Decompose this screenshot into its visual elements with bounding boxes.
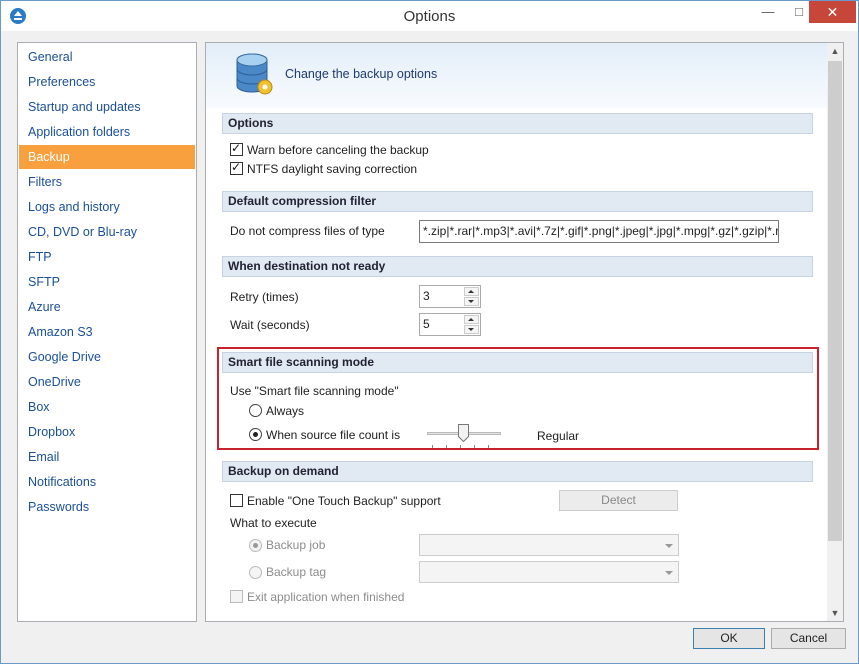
scan-file-count-label: When source file count is (266, 428, 401, 442)
ntfs-dst-checkbox[interactable] (230, 160, 243, 175)
retry-down-arrow-icon[interactable] (464, 297, 479, 306)
nav-item-amazon-s3[interactable]: Amazon S3 (19, 320, 195, 344)
panel-scrollbar[interactable]: ▲ ▼ (827, 43, 843, 621)
nav-item-dropbox[interactable]: Dropbox (19, 420, 195, 444)
nav-item-google-drive[interactable]: Google Drive (19, 345, 195, 369)
retry-label: Retry (times) (230, 290, 299, 304)
panel-header: Change the backup options (206, 43, 827, 108)
nav-item-sftp[interactable]: SFTP (19, 270, 195, 294)
backup-job-label: Backup job (266, 538, 326, 552)
section-smart-scan: Smart file scanning mode (222, 352, 813, 373)
chevron-down-icon (665, 571, 673, 575)
nav-item-box[interactable]: Box (19, 395, 195, 419)
backup-tag-radio[interactable] (249, 566, 262, 579)
nav-item-general[interactable]: General (19, 45, 195, 69)
wait-down-arrow-icon[interactable] (464, 325, 479, 334)
section-compression: Default compression filter (222, 191, 813, 212)
one-touch-label: Enable "One Touch Backup" support (247, 494, 441, 508)
wait-up-arrow-icon[interactable] (464, 315, 479, 324)
scan-file-count-radio[interactable] (249, 428, 262, 441)
one-touch-checkbox[interactable] (230, 494, 243, 507)
chevron-down-icon (665, 544, 673, 548)
panel-header-title: Change the backup options (285, 67, 438, 81)
section-options: Options (222, 113, 813, 134)
cancel-button[interactable]: Cancel (771, 628, 846, 649)
nav-item-notifications[interactable]: Notifications (19, 470, 195, 494)
slider-tick (488, 445, 489, 448)
detect-button[interactable]: Detect (559, 490, 678, 511)
backup-tag-label: Backup tag (266, 565, 327, 579)
nav-item-backup[interactable]: Backup (19, 145, 195, 169)
warn-cancel-checkbox[interactable] (230, 141, 243, 156)
what-to-execute-label: What to execute (230, 516, 317, 530)
nav-item-preferences[interactable]: Preferences (19, 70, 195, 94)
slider-tick (446, 445, 447, 448)
scroll-down-arrow-icon[interactable]: ▼ (827, 605, 843, 621)
close-button[interactable]: ✕ (809, 1, 856, 23)
options-nav-list: General Preferences Startup and updates … (17, 42, 197, 622)
nav-item-startup-updates[interactable]: Startup and updates (19, 95, 195, 119)
section-destination: When destination not ready (222, 256, 813, 277)
warn-cancel-label: Warn before canceling the backup (247, 143, 429, 157)
nav-item-cd-dvd-bluray[interactable]: CD, DVD or Blu-ray (19, 220, 195, 244)
nav-item-azure[interactable]: Azure (19, 295, 195, 319)
retry-up-arrow-icon[interactable] (464, 287, 479, 296)
slider-tick (474, 445, 475, 448)
scan-level-slider-thumb[interactable] (458, 424, 469, 442)
nav-item-onedrive[interactable]: OneDrive (19, 370, 195, 394)
backup-job-select[interactable] (419, 534, 679, 556)
exit-when-finished-label: Exit application when finished (247, 590, 405, 604)
no-compress-types-input[interactable]: *.zip|*.rar|*.mp3|*.avi|*.7z|*.gif|*.png… (419, 220, 779, 243)
backup-options-panel: Change the backup options Options Warn b… (205, 42, 844, 622)
nav-item-logs-history[interactable]: Logs and history (19, 195, 195, 219)
options-window: Options — □ ✕ General Preferences Startu… (0, 0, 859, 664)
scan-always-label: Always (266, 404, 305, 418)
retry-value: 3 (423, 289, 430, 303)
exit-when-finished-checkbox[interactable] (230, 590, 243, 603)
scan-level-value: Regular (537, 429, 580, 443)
slider-tick (460, 445, 461, 448)
nav-item-passwords[interactable]: Passwords (19, 495, 195, 519)
scan-always-radio[interactable] (249, 404, 262, 417)
ok-button[interactable]: OK (693, 628, 765, 649)
window-title: Options (403, 8, 456, 25)
slider-tick (432, 445, 433, 448)
backup-job-radio[interactable] (249, 539, 262, 552)
scrollbar-thumb[interactable] (828, 61, 842, 541)
wait-value: 5 (423, 317, 430, 331)
section-on-demand: Backup on demand (222, 461, 813, 482)
nav-item-filters[interactable]: Filters (19, 170, 195, 194)
ntfs-dst-label: NTFS daylight saving correction (247, 162, 418, 176)
no-compress-label: Do not compress files of type (230, 224, 385, 238)
nav-item-application-folders[interactable]: Application folders (19, 120, 195, 144)
backup-tag-select[interactable] (419, 561, 679, 583)
minimize-button[interactable]: — (753, 1, 783, 23)
nav-item-ftp[interactable]: FTP (19, 245, 195, 269)
smart-scan-use-label: Use "Smart file scanning mode" (230, 384, 399, 398)
title-bar[interactable]: Options — □ ✕ (1, 1, 858, 31)
database-gear-icon (236, 53, 273, 95)
wait-stepper[interactable]: 5 (419, 313, 481, 336)
nav-item-email[interactable]: Email (19, 445, 195, 469)
retry-stepper[interactable]: 3 (419, 285, 481, 308)
scroll-up-arrow-icon[interactable]: ▲ (827, 43, 843, 59)
wait-label: Wait (seconds) (230, 318, 310, 332)
